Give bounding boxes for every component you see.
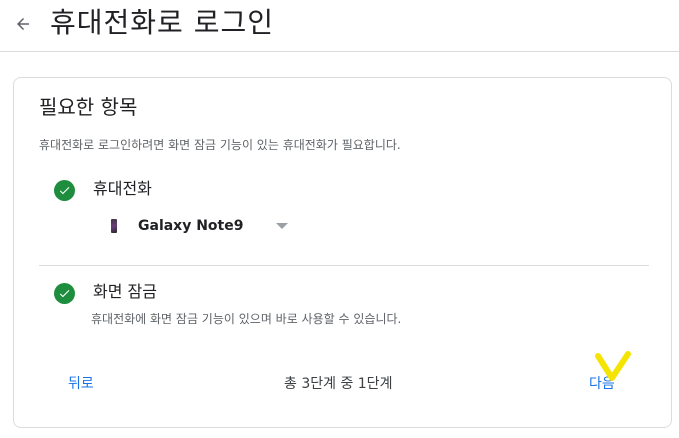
requirement-phone: 휴대전화 [54,179,152,201]
arrow-left-icon [17,18,29,30]
requirement-screen-lock: 화면 잠금 [54,282,157,304]
page-title: 휴대전화로 로그인 [50,6,274,39]
phone-icon [111,219,117,233]
top-app-bar: 휴대전화로 로그인 [0,0,679,52]
card-description: 휴대전화로 로그인하려면 화면 잠금 기능이 있는 휴대전화가 필요합니다. [39,138,401,152]
device-name: Galaxy Note9 [138,218,244,234]
back-link[interactable]: 뒤로 [68,374,94,394]
requirement-sub: 휴대전화에 화면 잠금 기능이 있으며 바로 사용할 수 있습니다. [91,312,402,326]
click-marker-icon [595,351,631,381]
back-button[interactable] [10,11,36,37]
check-circle-icon [54,180,75,201]
check-circle-icon [54,283,75,304]
device-select[interactable]: Galaxy Note9 [111,214,288,238]
requirement-label: 화면 잠금 [93,282,157,301]
requirements-card: 필요한 항목 휴대전화로 로그인하려면 화면 잠금 기능이 있는 휴대전화가 필… [13,77,672,428]
step-indicator: 총 3단계 중 1단계 [284,376,393,392]
card-title: 필요한 항목 [39,95,138,119]
divider [39,265,649,266]
requirement-label: 휴대전화 [93,179,152,198]
dropdown-caret-icon [276,223,288,229]
